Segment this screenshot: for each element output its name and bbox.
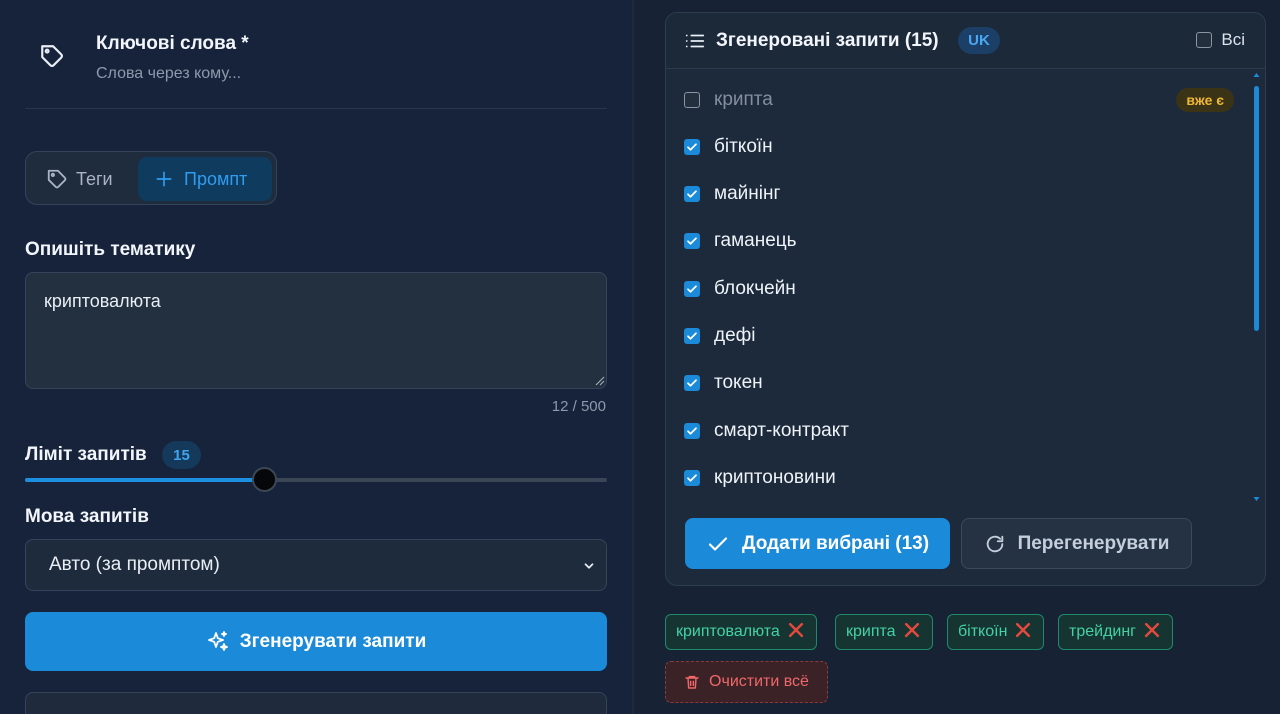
generated-queries-card: Згенеровані запити (15) UK Всі крипта вже…	[665, 12, 1266, 586]
generate-button-label: Згенерувати запити	[239, 630, 427, 652]
query-row[interactable]: гаманець	[666, 218, 1251, 265]
card-header: Згенеровані запити (15) UK Всі	[666, 13, 1265, 69]
remove-tag-icon[interactable]	[786, 620, 806, 645]
selected-tag-chip: біткоїн	[947, 614, 1045, 650]
clear-all-button[interactable]: Очистити всё	[665, 661, 828, 703]
query-text: блокчейн	[714, 277, 796, 299]
scroll-down-icon[interactable]	[1253, 496, 1260, 502]
query-checkbox[interactable]	[684, 280, 700, 297]
remove-tag-icon[interactable]	[1013, 620, 1033, 645]
select-all-label: Всі	[1221, 30, 1245, 49]
keywords-subtitle: Слова через кому...	[96, 65, 242, 82]
mode-toggle: Теги Промпт	[25, 151, 277, 205]
query-checkbox[interactable]	[684, 138, 700, 155]
selected-tag-chip: криптовалюта	[665, 614, 817, 650]
selected-tag-label: криптовалюта	[676, 623, 780, 640]
limit-label: Ліміт запитів	[25, 444, 147, 465]
query-text: дефі	[714, 325, 756, 346]
keywords-header: Ключові слова * Слова через кому...	[25, 25, 607, 109]
list-scrollbar[interactable]	[1253, 73, 1260, 501]
tab-tags-label: Теги	[76, 168, 113, 189]
query-row[interactable]: біткоїн	[666, 123, 1251, 170]
language-select[interactable]: Авто (за промптом)	[25, 539, 607, 591]
add-selected-label: Додати вибрані (13)	[741, 532, 930, 554]
topic-textarea[interactable]	[25, 272, 607, 389]
query-text: гаманець	[714, 230, 797, 252]
regenerate-button[interactable]: Перегенерувати	[961, 518, 1192, 569]
check-icon	[708, 536, 728, 551]
keywords-title: Ключові слова *	[96, 33, 249, 54]
language-label: Мова запитів	[25, 506, 149, 527]
slider-thumb[interactable]	[251, 467, 277, 492]
language-badge: UK	[958, 27, 1000, 54]
remove-tag-icon[interactable]	[1142, 620, 1162, 645]
chevron-down-icon	[584, 563, 594, 569]
query-row[interactable]: токен	[666, 360, 1251, 407]
trash-icon	[685, 675, 699, 689]
selected-tag-label: крипта	[846, 623, 896, 640]
char-counter: 12 / 500	[551, 398, 606, 415]
query-row[interactable]: смарт-контракт	[666, 407, 1251, 454]
query-checkbox[interactable]	[684, 186, 700, 203]
query-text: біткоїн	[714, 135, 773, 157]
query-row[interactable]: криптоновини	[666, 454, 1251, 501]
generate-button[interactable]: Згенерувати запити	[25, 612, 607, 671]
language-selected-value: Авто (за промптом)	[49, 554, 220, 575]
selected-tag-label: біткоїн	[958, 623, 1008, 640]
list-icon	[685, 34, 705, 48]
plus-icon	[156, 171, 172, 187]
query-row[interactable]: дефі	[666, 313, 1251, 360]
query-row[interactable]: крипта вже є	[666, 76, 1251, 123]
tab-prompt-label: Промпт	[184, 168, 248, 189]
add-selected-button[interactable]: Додати вибрані (13)	[685, 518, 950, 569]
remove-tag-icon[interactable]	[902, 620, 922, 645]
selected-tag-chip: трейдинг	[1058, 614, 1174, 650]
slider-fill	[25, 478, 264, 482]
select-all-checkbox[interactable]	[1196, 32, 1213, 48]
regenerate-label: Перегенерувати	[1017, 532, 1170, 554]
resize-grip-icon[interactable]	[595, 376, 605, 386]
tag-icon	[47, 169, 67, 189]
limit-slider[interactable]	[25, 467, 607, 492]
query-checkbox[interactable]	[684, 233, 700, 250]
query-row[interactable]: блокчейн	[666, 265, 1251, 312]
selected-tag-chip: крипта	[835, 614, 933, 650]
query-checkbox[interactable]	[684, 422, 700, 439]
card-title: Згенеровані запити (15)	[716, 30, 939, 51]
limit-value-badge: 15	[162, 441, 201, 469]
query-checkbox[interactable]	[684, 91, 700, 108]
topic-label: Опишіть тематику	[25, 239, 196, 260]
tab-prompt[interactable]: Промпт	[138, 157, 272, 201]
already-exists-badge: вже є	[1176, 88, 1234, 112]
scroll-up-icon[interactable]	[1253, 72, 1260, 78]
query-text: смарт-контракт	[714, 419, 849, 441]
query-text: майнінг	[714, 183, 781, 205]
query-text: крипта	[714, 88, 773, 110]
query-text: криптоновини	[714, 466, 836, 488]
refresh-icon	[986, 535, 1003, 552]
select-all[interactable]: Всі	[1196, 30, 1245, 50]
query-checkbox[interactable]	[684, 375, 700, 392]
query-checkbox[interactable]	[684, 469, 700, 486]
query-checkbox[interactable]	[684, 328, 700, 344]
clear-all-label: Очистити всё	[709, 673, 809, 690]
scroll-thumb[interactable]	[1254, 86, 1259, 331]
tag-icon	[41, 45, 63, 67]
query-text: токен	[714, 372, 763, 394]
secondary-button-cut[interactable]	[25, 692, 607, 714]
tab-tags[interactable]: Теги	[36, 160, 138, 198]
sparkles-icon	[207, 630, 228, 651]
selected-tag-label: трейдинг	[1069, 623, 1137, 640]
queries-list: крипта вже є біткоїн майнінг гаманець блокчей…	[666, 70, 1265, 503]
query-row[interactable]: майнінг	[666, 171, 1251, 218]
